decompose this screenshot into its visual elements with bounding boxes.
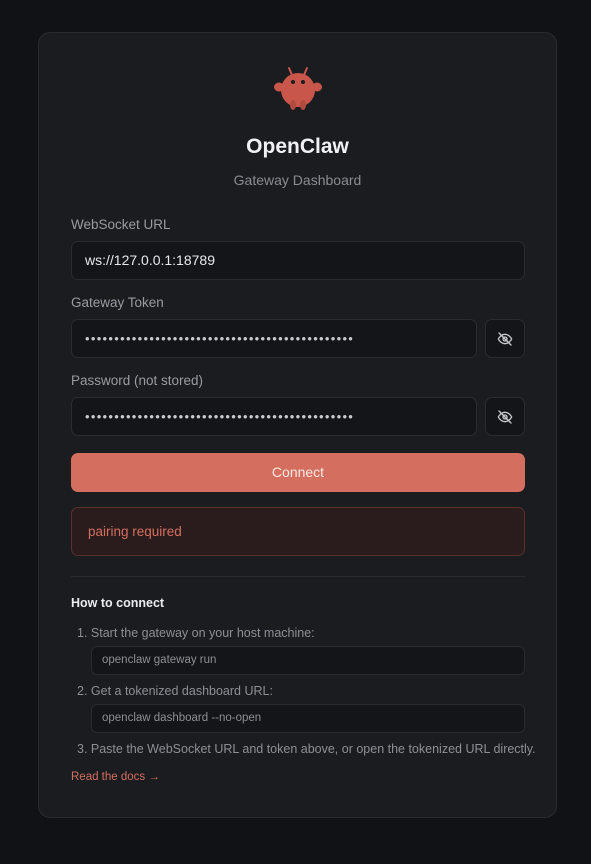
- eye-off-icon: [497, 409, 513, 424]
- websocket-url-label: WebSocket URL: [71, 217, 171, 232]
- toggle-token-visibility-button[interactable]: [485, 319, 525, 358]
- read-docs-link[interactable]: Read the docs →: [71, 771, 160, 783]
- toggle-password-visibility-button[interactable]: [485, 397, 525, 436]
- app-subtitle: Gateway Dashboard: [233, 172, 362, 188]
- gateway-token-label: Gateway Token: [71, 295, 164, 310]
- howto-title: How to connect: [71, 596, 165, 610]
- connect-button[interactable]: Connect: [71, 453, 525, 492]
- command-block[interactable]: openclaw dashboard --no-open: [91, 704, 525, 733]
- command-block[interactable]: openclaw gateway run: [91, 646, 525, 675]
- error-alert: pairing required: [71, 507, 525, 556]
- gateway-token-input[interactable]: ••••••••••••••••••••••••••••••••••••••••…: [71, 319, 477, 358]
- howto-step: 1. Start the gateway on your host machin…: [77, 626, 315, 640]
- password-input[interactable]: ••••••••••••••••••••••••••••••••••••••••…: [71, 397, 477, 436]
- app-title: OpenClaw: [246, 135, 349, 158]
- howto-step: 3. Paste the WebSocket URL and token abo…: [77, 742, 536, 756]
- websocket-url-input[interactable]: ws://127.0.0.1:18789: [71, 241, 525, 280]
- crab-mascot-icon: [274, 67, 322, 110]
- login-card: OpenClaw Gateway Dashboard WebSocket URL…: [38, 32, 557, 818]
- password-label: Password (not stored): [71, 373, 204, 388]
- eye-off-icon: [497, 331, 513, 346]
- divider: [71, 576, 525, 577]
- howto-step: 2. Get a tokenized dashboard URL:: [77, 684, 273, 698]
